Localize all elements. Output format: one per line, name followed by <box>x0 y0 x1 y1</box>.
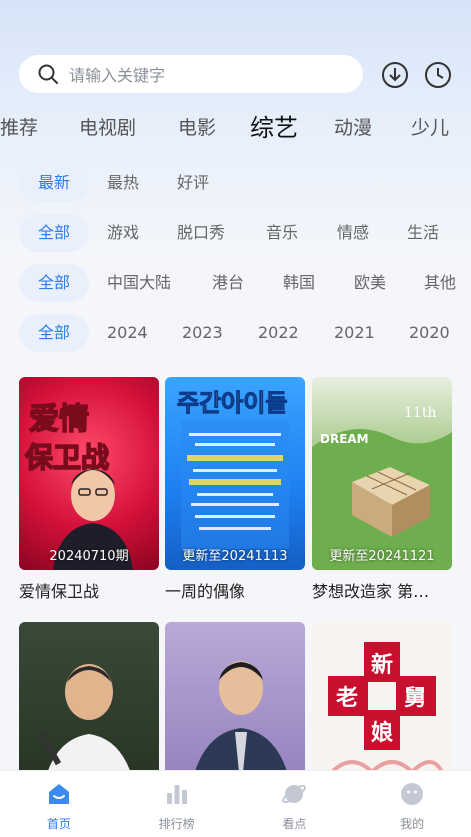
tab-variety[interactable]: 综艺 <box>250 112 298 144</box>
show-poster[interactable]: 주간아이돌 更新至20241113 <box>165 377 305 570</box>
filter-genre-item[interactable]: 情感 <box>337 214 369 252</box>
search-row: 请输入关键字 <box>19 55 455 93</box>
bottom-nav: 首页 排行榜 看点 我的 <box>0 770 471 837</box>
profile-icon <box>399 781 425 807</box>
search-input[interactable]: 请输入关键字 <box>19 55 363 93</box>
poster-art: 주간아이돌 <box>177 389 289 549</box>
filter-sort-row: 最新 最热 好评 <box>0 164 471 202</box>
nav-label: 看点 <box>282 817 307 831</box>
svg-text:舅: 舅 <box>404 686 426 711</box>
show-title[interactable]: 爱情保卫战 <box>19 578 159 602</box>
home-icon <box>46 781 72 807</box>
nav-home[interactable]: 首页 <box>0 771 118 837</box>
filter-year-item[interactable]: 2023 <box>182 314 223 352</box>
nav-ranking[interactable]: 排行榜 <box>118 771 236 837</box>
filter-region-item[interactable]: 中国大陆 <box>107 264 171 302</box>
episode-tag: 更新至20241121 <box>329 549 435 564</box>
filter-region-item[interactable]: 韩国 <box>283 264 315 302</box>
svg-text:11th: 11th <box>404 405 436 421</box>
svg-text:保卫战: 保卫战 <box>25 441 109 474</box>
planet-icon <box>281 781 307 807</box>
filter-region-all[interactable]: 全部 <box>19 264 89 302</box>
show-poster[interactable]: DREAM 11th 更新至20241121 <box>312 377 452 570</box>
episode-tag: 更新至20241113 <box>182 549 288 564</box>
nav-highlights[interactable]: 看点 <box>236 771 354 837</box>
filter-genre-all[interactable]: 全部 <box>19 214 89 252</box>
filter-genre-item[interactable]: 脱口秀 <box>177 214 225 252</box>
download-icon[interactable] <box>381 61 409 89</box>
poster-art: DREAM 11th <box>312 405 452 570</box>
filter-year-item[interactable]: 2020 <box>409 314 450 352</box>
show-card[interactable]: 주간아이돌 更新至20241113 一周的偶像 <box>165 377 305 602</box>
filter-sort-latest[interactable]: 最新 <box>19 164 89 202</box>
filter-region-item[interactable]: 欧美 <box>354 264 386 302</box>
nav-label: 排行榜 <box>158 817 195 831</box>
show-title[interactable]: 梦想改造家 第… <box>312 578 452 602</box>
search-placeholder: 请输入关键字 <box>69 66 166 85</box>
filter-region-item[interactable]: 港台 <box>212 264 244 302</box>
filter-region-row: 全部 中国大陆 港台 韩国 欧美 其他 <box>0 264 471 302</box>
tab-anime[interactable]: 动漫 <box>334 112 372 144</box>
tab-tv-series[interactable]: 电视剧 <box>79 112 136 144</box>
filter-genre-item[interactable]: 音乐 <box>266 214 298 252</box>
filter-region-item[interactable]: 其他 <box>424 264 456 302</box>
show-poster[interactable]: 爱情 保卫战 20240710期 <box>19 377 159 570</box>
filter-year-row: 全部 2024 2023 2022 2021 2020 <box>0 314 471 352</box>
filter-sort-top-rated[interactable]: 好评 <box>177 164 209 202</box>
show-card[interactable]: DREAM 11th 更新至20241121 梦想改造家 第… <box>312 377 452 602</box>
nav-label: 首页 <box>46 817 71 831</box>
history-icon[interactable] <box>424 61 452 89</box>
poster-art: 爱情 保卫战 <box>24 401 133 570</box>
svg-text:老: 老 <box>335 686 358 711</box>
filter-genre-item[interactable]: 生活 <box>407 214 439 252</box>
nav-profile[interactable]: 我的 <box>353 771 471 837</box>
ranking-icon <box>164 781 190 807</box>
svg-text:주간아이돌: 주간아이돌 <box>177 389 287 417</box>
category-tabs: 推荐 电视剧 电影 综艺 动漫 少儿 <box>0 112 471 144</box>
tab-recommend[interactable]: 推荐 <box>0 112 38 144</box>
show-title[interactable]: 一周的偶像 <box>165 578 305 602</box>
tab-movies[interactable]: 电影 <box>178 112 216 144</box>
filter-year-item[interactable]: 2021 <box>334 314 375 352</box>
svg-text:爱情: 爱情 <box>29 402 89 437</box>
tab-kids[interactable]: 少儿 <box>411 112 449 144</box>
episode-tag: 20240710期 <box>49 549 129 564</box>
nav-label: 我的 <box>400 817 425 831</box>
filter-genre-item[interactable]: 游戏 <box>107 214 139 252</box>
filter-year-all[interactable]: 全部 <box>19 314 89 352</box>
filter-year-item[interactable]: 2024 <box>107 314 148 352</box>
svg-text:娘: 娘 <box>371 720 393 746</box>
filter-sort-hottest[interactable]: 最热 <box>107 164 139 202</box>
filter-year-item[interactable]: 2022 <box>258 314 299 352</box>
filter-genre-row: 全部 游戏 脱口秀 音乐 情感 生活 <box>0 214 471 252</box>
show-card[interactable]: 爱情 保卫战 20240710期 爱情保卫战 <box>19 377 159 602</box>
svg-text:新: 新 <box>371 652 393 678</box>
search-icon <box>37 63 59 85</box>
poster-text: DREAM <box>320 432 369 446</box>
